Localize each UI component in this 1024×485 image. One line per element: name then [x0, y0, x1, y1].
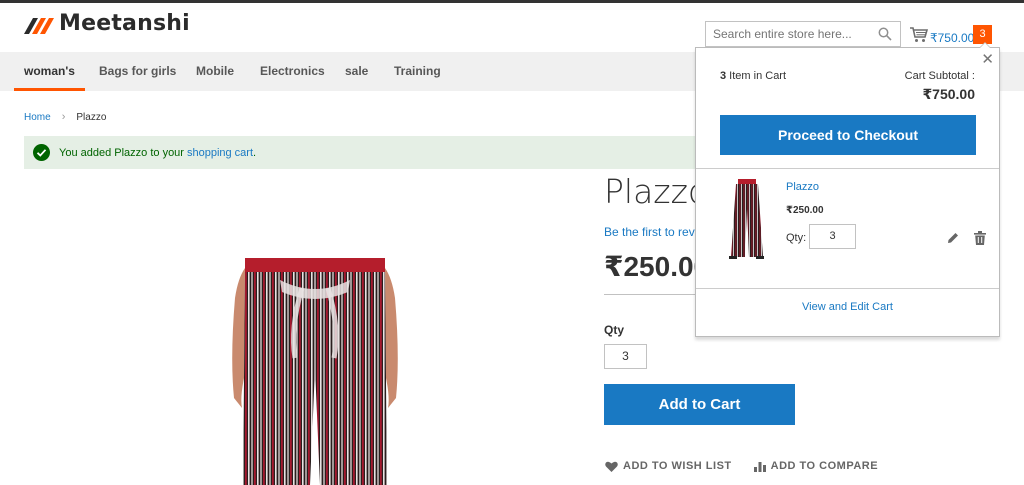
minicart-qty-label: Qty: — [786, 232, 807, 244]
logo-mark-icon — [24, 17, 54, 34]
minicart-count-label: Item in Cart — [726, 70, 787, 82]
breadcrumb-home[interactable]: Home — [24, 112, 51, 123]
minicart-toggle[interactable]: ₹750.00 — [910, 24, 974, 45]
breadcrumb: Home › Plazzo — [24, 111, 106, 123]
minicart-divider — [696, 168, 999, 169]
pencil-icon[interactable] — [947, 232, 959, 244]
compare-bars-icon — [753, 461, 766, 472]
price-divider — [604, 294, 704, 295]
minicart-item-count: 3 Item in Cart — [720, 70, 786, 82]
success-message: You added Plazzo to your shopping cart. — [24, 136, 724, 169]
add-to-cart-button[interactable]: Add to Cart — [604, 384, 795, 425]
product-price: ₹250.00 — [604, 251, 710, 282]
subtotal-value: ₹750.00 — [922, 86, 975, 102]
minicart-item-name[interactable]: Plazzo — [786, 181, 819, 193]
nav-item-electronics[interactable]: Electronics — [260, 52, 325, 91]
cart-icon — [910, 26, 928, 42]
trash-icon[interactable] — [974, 231, 986, 245]
shopping-cart-link[interactable]: shopping cart — [187, 147, 253, 159]
minicart-item-thumbnail[interactable] — [725, 179, 769, 261]
minicart-dropdown: ✕ 3 Item in Cart Cart Subtotal : ₹750.00… — [695, 42, 1000, 337]
product-image — [232, 258, 398, 485]
search-icon[interactable] — [878, 27, 892, 41]
message-suffix: . — [253, 146, 257, 159]
message-text: You added Plazzo to your — [59, 146, 184, 159]
subtotal-label: Cart Subtotal : — [904, 70, 975, 82]
add-to-compare-link[interactable]: ADD TO COMPARE — [753, 460, 879, 472]
qty-input[interactable]: 3 — [604, 344, 647, 369]
cart-amount: ₹750.00 — [930, 31, 975, 45]
proceed-to-checkout-button[interactable]: Proceed to Checkout — [720, 115, 976, 155]
product-actions: ADD TO WISH LIST ADD TO COMPARE — [605, 460, 900, 472]
wishlist-label: ADD TO WISH LIST — [623, 460, 732, 472]
qty-label: Qty — [604, 323, 625, 337]
logo[interactable]: Meetanshi — [24, 11, 190, 36]
view-and-edit-cart-link[interactable]: View and Edit Cart — [696, 301, 999, 313]
heart-icon — [605, 461, 618, 472]
logo-text: Meetanshi — [59, 11, 190, 36]
minicart-item-price: ₹250.00 — [786, 205, 824, 216]
compare-label: ADD TO COMPARE — [770, 460, 879, 472]
product-title: Plazzo — [604, 172, 709, 211]
minicart-divider-bottom — [696, 288, 999, 289]
search-box — [705, 21, 901, 47]
header: Meetanshi ₹750.00 3 — [0, 3, 1024, 52]
nav-item-training[interactable]: Training — [394, 52, 441, 91]
close-icon[interactable]: ✕ — [981, 50, 994, 68]
minicart-qty-input[interactable]: 3 — [809, 224, 856, 249]
breadcrumb-current: Plazzo — [76, 112, 107, 123]
breadcrumb-separator-icon: › — [61, 111, 66, 123]
search-input[interactable] — [706, 22, 866, 46]
add-to-wishlist-link[interactable]: ADD TO WISH LIST — [605, 460, 732, 472]
nav-item-sale[interactable]: sale — [345, 52, 368, 91]
nav-item-womans[interactable]: woman's — [14, 52, 85, 91]
nav-item-mobile[interactable]: Mobile — [196, 52, 234, 91]
check-circle-icon — [33, 144, 50, 161]
nav-item-bags-for-girls[interactable]: Bags for girls — [99, 52, 176, 91]
